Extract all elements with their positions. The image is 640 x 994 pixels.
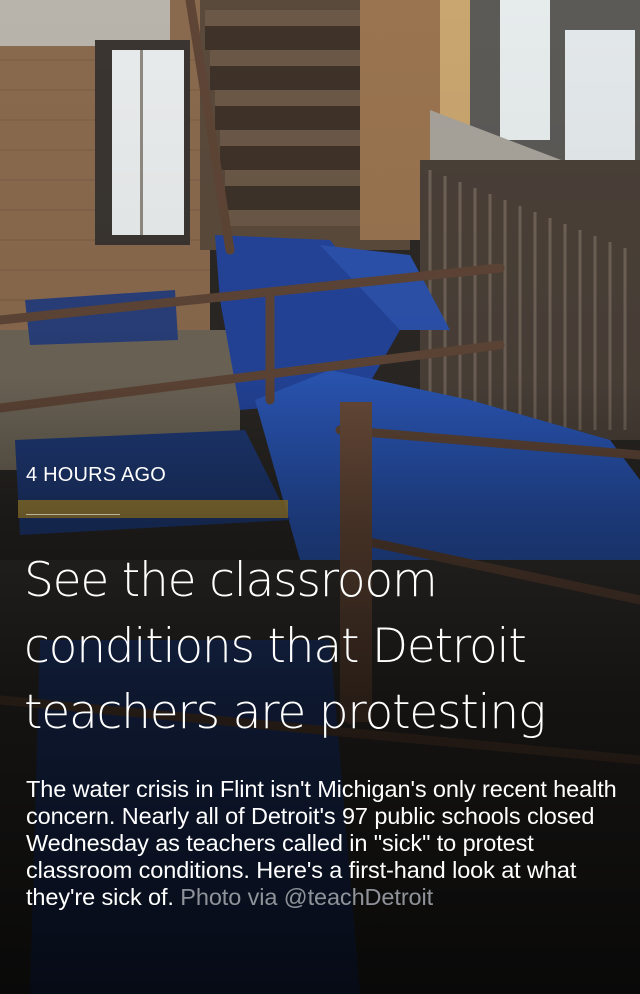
story-timestamp: 4 HOURS AGO [26, 464, 167, 486]
story-card[interactable]: 4 HOURS AGO See the classroom conditions… [0, 0, 640, 994]
story-headline[interactable]: See the classroom conditions that Detroi… [24, 548, 624, 746]
story-summary: The water crisis in Flint isn't Michigan… [26, 776, 626, 911]
timestamp-divider [26, 514, 120, 515]
photo-credit: Photo via @teachDetroit [180, 884, 434, 910]
